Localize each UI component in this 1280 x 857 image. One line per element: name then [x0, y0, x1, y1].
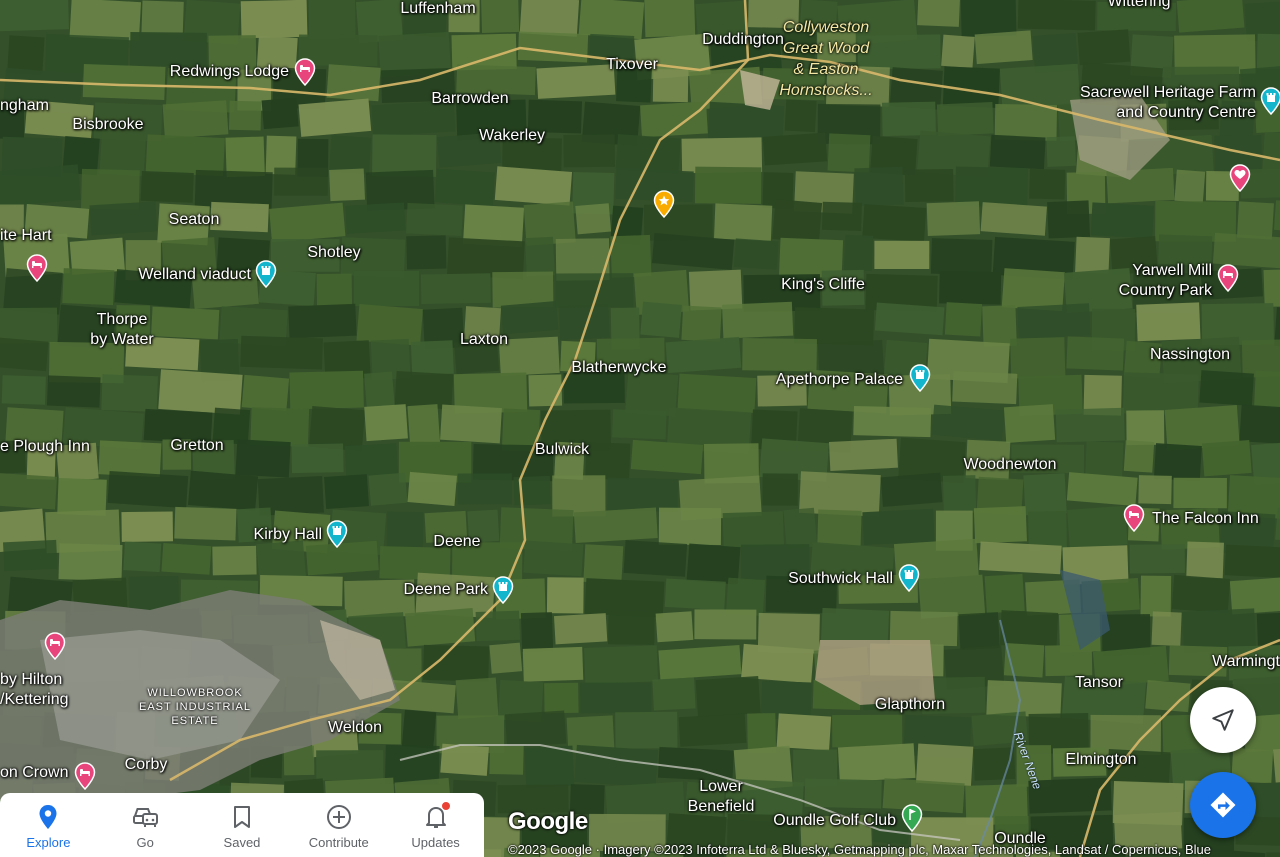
hotel-pin-falcon-inn-icon[interactable]	[1123, 504, 1145, 532]
hotel-pin-redwings-icon[interactable]	[294, 58, 316, 86]
landmark-pin-kirby-hall-icon[interactable]	[326, 520, 348, 548]
golf-pin-oundle-icon[interactable]	[901, 804, 923, 832]
nav-label-saved: Saved	[223, 835, 261, 850]
google-logo: Google	[508, 808, 588, 835]
nav-item-go[interactable]: Go	[97, 793, 194, 857]
place-label-glapthorn: Glapthorn	[874, 696, 946, 713]
landmark-pin-welland-viaduct-icon[interactable]	[255, 260, 277, 288]
poi-label-oundle-golf-club[interactable]: Oundle Golf Club	[773, 811, 896, 831]
nav-label-contribute: Contribute	[308, 835, 369, 850]
place-label-deene: Deene	[433, 533, 481, 550]
nav-item-contribute[interactable]: Contribute	[290, 793, 387, 857]
place-label-barrowden: Barrowden	[431, 90, 509, 107]
poi-label-hilton-kettering[interactable]: by Hilton /Kettering	[0, 670, 68, 710]
place-label-tixover: Tixover	[606, 56, 658, 73]
poi-label-southwick-hall[interactable]: Southwick Hall	[788, 569, 893, 589]
place-label-gretton: Gretton	[170, 437, 224, 454]
place-label-ngham: ngham	[0, 97, 49, 114]
place-label-laxton: Laxton	[459, 331, 509, 348]
saved-star-pin-icon[interactable]	[653, 190, 675, 218]
place-label-woodnewton: Woodnewton	[963, 456, 1057, 473]
poi-label-yarwell-mill[interactable]: Yarwell Mill Country Park	[1119, 261, 1212, 301]
nav-label-updates: Updates	[411, 835, 460, 850]
poi-label-sacrewell[interactable]: Sacrewell Heritage Farm and Country Cent…	[1080, 83, 1256, 123]
add-circle-icon	[326, 803, 352, 831]
place-label-wakerley: Wakerley	[478, 127, 546, 144]
place-label-weldon: Weldon	[328, 719, 382, 736]
place-label-elmington: Elmington	[1065, 751, 1137, 768]
bottom-navigation: Explore Go Saved Contribute Updates	[0, 793, 484, 857]
place-label-luffenham: Luffenham	[400, 0, 476, 17]
nav-item-explore[interactable]: Explore	[0, 793, 97, 857]
poi-label-apethorpe-palace[interactable]: Apethorpe Palace	[776, 370, 903, 390]
poi-label-white-hart[interactable]: ite Hart	[0, 226, 52, 246]
place-label-seaton: Seaton	[168, 211, 220, 228]
location-pin-icon	[38, 803, 58, 831]
landmark-pin-deene-park-icon[interactable]	[492, 576, 514, 604]
poi-label-welland-viaduct[interactable]: Welland viaduct	[138, 265, 251, 285]
bookmark-icon	[232, 803, 252, 831]
notification-badge	[440, 801, 451, 811]
place-label-kings-cliffe: King's Cliffe	[781, 276, 865, 293]
directions-icon	[1210, 792, 1236, 818]
place-label-tansor: Tansor	[1074, 674, 1124, 691]
place-label-shotley: Shotley	[307, 244, 361, 261]
place-label-blatherwycke: Blatherwycke	[571, 359, 667, 376]
nav-item-saved[interactable]: Saved	[194, 793, 291, 857]
hotel-pin-crown-icon[interactable]	[74, 762, 96, 790]
place-label-lower-benefield: Lower Benefield	[687, 778, 755, 815]
wood-label-collyweston: Collyweston Great Wood & Easton Hornstoc…	[779, 19, 873, 99]
bell-icon	[425, 801, 451, 831]
car-icon	[131, 803, 159, 831]
navigation-arrow-icon	[1212, 709, 1234, 731]
nav-item-updates[interactable]: Updates	[387, 793, 484, 857]
nav-label-explore: Explore	[26, 835, 71, 850]
place-label-bisbrooke: Bisbrooke	[72, 116, 144, 133]
poi-label-plough-inn[interactable]: e Plough Inn	[0, 437, 90, 457]
landmark-pin-southwick-hall-icon[interactable]	[898, 564, 920, 592]
landmark-pin-apethorpe-palace-icon[interactable]	[909, 364, 931, 392]
nav-label-go: Go	[136, 835, 154, 850]
estate-label-willowbrook: WILLOWBROOK EAST INDUSTRIAL ESTATE	[139, 687, 251, 727]
satellite-terrain	[0, 0, 1280, 857]
place-label-nassington: Nassington	[1149, 346, 1231, 363]
directions-button[interactable]	[1190, 772, 1256, 838]
poi-label-redwings-lodge[interactable]: Redwings Lodge	[170, 62, 289, 82]
hotel-pin-hilton-icon[interactable]	[44, 632, 66, 660]
poi-label-kirby-hall[interactable]: Kirby Hall	[254, 525, 322, 545]
poi-label-deene-park[interactable]: Deene Park	[404, 580, 489, 600]
hotel-pin-white-hart-icon[interactable]	[26, 254, 48, 282]
satellite-map[interactable]: Luffenham Duddington Tixover Barrowden W…	[0, 0, 1280, 857]
map-attribution[interactable]: ©2023 Google · Imagery ©2023 Infoterra L…	[508, 842, 1211, 857]
place-label-bulwick: Bulwick	[534, 441, 590, 458]
place-label-warmington: Warmingt	[1212, 653, 1280, 670]
place-label-duddington: Duddington	[702, 31, 784, 48]
place-label-thorpe-by-water: Thorpe by Water	[90, 311, 154, 348]
place-label-wittering: Wittering	[1107, 0, 1171, 10]
favorite-heart-pin-icon[interactable]	[1229, 164, 1251, 192]
my-location-button[interactable]	[1190, 687, 1256, 753]
poi-label-crown[interactable]: on Crown	[0, 763, 68, 783]
place-label-corby: Corby	[124, 756, 168, 773]
landmark-pin-sacrewell-icon[interactable]	[1260, 87, 1280, 115]
poi-label-falcon-inn[interactable]: The Falcon Inn	[1152, 509, 1259, 529]
hotel-pin-yarwell-mill-icon[interactable]	[1217, 264, 1239, 292]
